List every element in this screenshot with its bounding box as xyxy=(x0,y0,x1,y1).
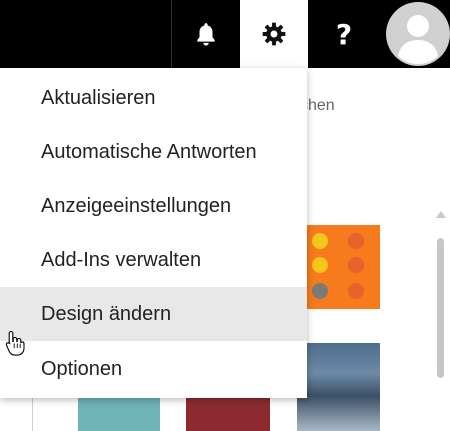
settings-button[interactable] xyxy=(240,0,308,68)
notifications-button[interactable] xyxy=(172,0,240,68)
menu-item-aktualisieren[interactable]: Aktualisieren xyxy=(0,71,307,125)
theme-tile-red[interactable] xyxy=(186,398,270,431)
top-navigation-bar: ? xyxy=(0,0,450,68)
scroll-up-arrow-icon[interactable] xyxy=(436,211,446,218)
menu-item-automatische-antworten[interactable]: Automatische Antworten xyxy=(0,125,307,179)
user-avatar[interactable] xyxy=(384,0,450,68)
lego-stud xyxy=(312,283,328,299)
menu-item-anzeigeeinstellungen[interactable]: Anzeigeeinstellungen xyxy=(0,179,307,233)
lego-stud xyxy=(348,257,364,273)
gear-icon xyxy=(262,22,286,46)
menu-item-design-aendern[interactable]: Design ändern xyxy=(0,287,307,341)
lego-stud xyxy=(348,283,364,299)
theme-tile-teal[interactable] xyxy=(78,398,160,431)
help-button[interactable]: ? xyxy=(308,0,380,68)
help-icon: ? xyxy=(335,17,353,51)
scrollbar-thumb[interactable] xyxy=(437,238,444,378)
lego-stud xyxy=(312,233,328,249)
settings-menu: Aktualisieren Automatische Antworten Anz… xyxy=(0,68,307,398)
bell-icon xyxy=(197,23,215,46)
menu-item-optionen[interactable]: Optionen xyxy=(0,342,307,396)
menu-item-add-ins-verwalten[interactable]: Add-Ins verwalten xyxy=(0,233,307,287)
lego-stud xyxy=(348,233,364,249)
person-icon xyxy=(386,2,450,66)
hand-cursor-icon xyxy=(5,330,25,361)
lego-stud xyxy=(312,257,328,273)
theme-tile-mountain[interactable] xyxy=(297,343,380,431)
theme-tile-lego[interactable] xyxy=(300,225,380,309)
